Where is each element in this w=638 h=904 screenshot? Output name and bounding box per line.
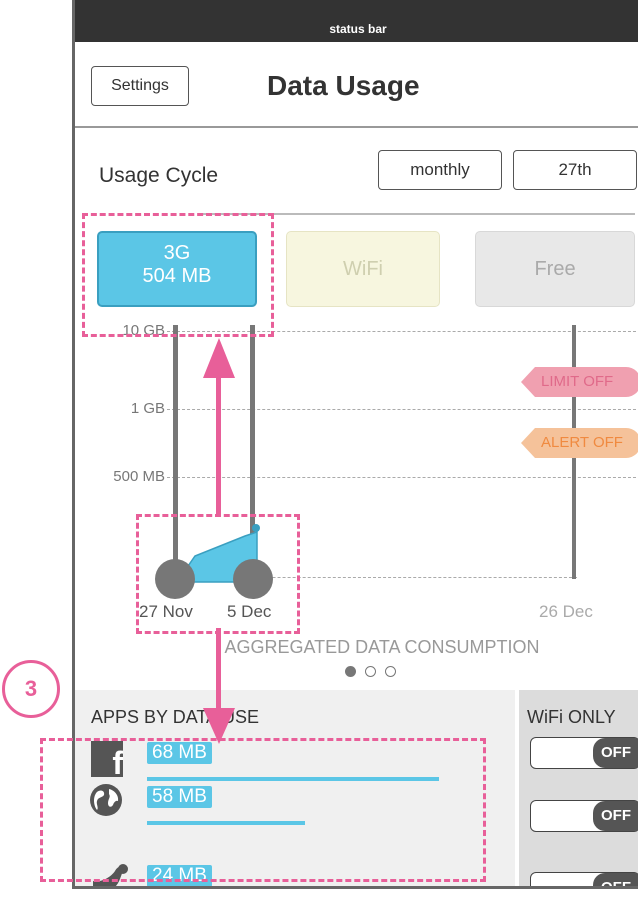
end-date-label: 26 Dec xyxy=(539,602,593,621)
usage-cycle-day-value: 27th xyxy=(558,160,592,179)
alert-flag[interactable]: ALERT OFF xyxy=(521,428,638,458)
page-dot-2[interactable] xyxy=(365,666,376,677)
annotation-arrow-down-shaft xyxy=(216,628,221,712)
y-tick-500mb: 500 MB xyxy=(113,468,165,485)
wifi-only-toggle-twitter[interactable]: OFF xyxy=(530,872,638,886)
status-bar-label: status bar xyxy=(329,22,387,36)
annotation-arrow-up-head xyxy=(203,338,235,378)
annotation-box-tabs xyxy=(82,213,274,337)
annotation-arrow-down-head xyxy=(203,708,235,744)
usage-cycle-period-value: monthly xyxy=(410,160,470,179)
page-dot-1[interactable] xyxy=(345,666,356,677)
status-bar: status bar xyxy=(75,0,638,42)
toggle-state: OFF xyxy=(593,873,638,886)
settings-back-label: Settings xyxy=(111,77,169,94)
tab-free[interactable]: Free xyxy=(475,231,635,307)
usage-cycle-day-select[interactable]: 27th xyxy=(513,150,637,190)
page-title: Data Usage xyxy=(267,70,420,101)
gridline-500mb xyxy=(167,477,638,478)
toggle-state: OFF xyxy=(593,801,638,831)
limit-flag-label: LIMIT OFF xyxy=(541,373,614,390)
wifi-only-toggle-browser[interactable]: OFF xyxy=(530,800,638,832)
limit-flag[interactable]: LIMIT OFF xyxy=(521,367,638,397)
tab-wifi-label: WiFi xyxy=(343,258,383,280)
alert-flag-tip xyxy=(521,428,535,458)
step-number: 3 xyxy=(24,676,38,701)
usage-cycle-period-select[interactable]: monthly xyxy=(378,150,502,190)
step-number-badge: 3 xyxy=(2,660,60,718)
page-dot-3[interactable] xyxy=(385,666,396,677)
toggle-state: OFF xyxy=(593,738,638,768)
alert-flag-label: ALERT OFF xyxy=(541,434,623,451)
settings-back-button[interactable]: Settings xyxy=(91,66,189,106)
gridline-1gb xyxy=(167,409,638,410)
limit-flag-tip xyxy=(521,367,535,397)
usage-cycle-label: Usage Cycle xyxy=(99,164,219,187)
annotation-arrow-up-shaft xyxy=(216,374,221,514)
tab-wifi[interactable]: WiFi xyxy=(286,231,440,307)
y-tick-1gb: 1 GB xyxy=(130,400,165,417)
annotation-box-apps xyxy=(40,738,486,882)
annotation-box-handles xyxy=(136,514,300,634)
tab-free-label: Free xyxy=(534,258,576,280)
wifi-only-toggle-facebook[interactable]: OFF xyxy=(530,737,638,769)
header-divider xyxy=(75,126,638,128)
wifi-only-header: WiFi ONLY xyxy=(527,707,616,727)
chart-caption: AGGREGATED DATA CONSUMPTION xyxy=(224,637,540,657)
